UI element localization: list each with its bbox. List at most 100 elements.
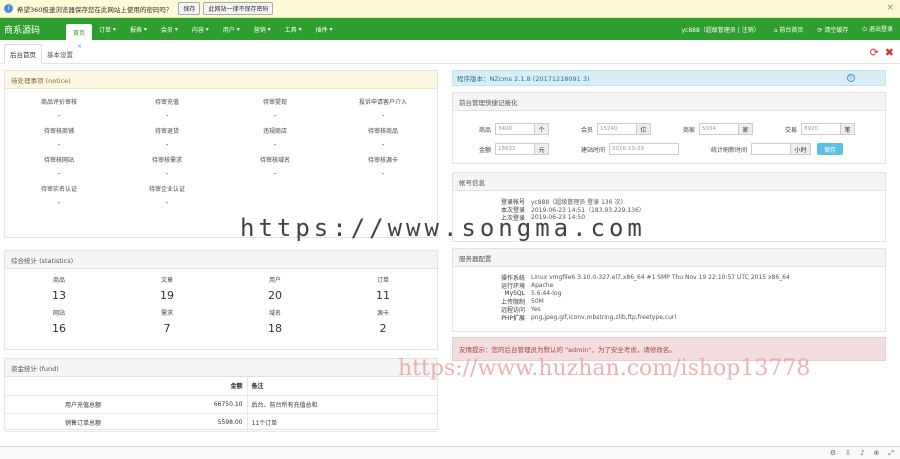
tab-dashboard[interactable]: 后台首页 (4, 44, 42, 64)
statistic-item: 商品 13 (5, 275, 113, 302)
todo-item[interactable]: 待审核域名 - (221, 155, 329, 178)
todo-label: 待审充值 (154, 99, 179, 106)
statistics-panel: 综合统计 (statistics) 商品 13 文章 19 用户 20 订单 11 网站 16 需求… (4, 250, 438, 350)
fullscreen-icon[interactable]: ⤢ (888, 449, 894, 458)
todo-count: - (273, 112, 277, 120)
fund-panel: 资金统计 (fund) 金额 备注 用户充值总额 66750.10 后台、前台所… (4, 358, 438, 432)
statistic-label: 源卡 (376, 310, 389, 317)
frontend-home-link[interactable]: ⌂ 前台首页 (767, 25, 811, 34)
todo-item[interactable]: 待审核商品 - (329, 126, 437, 149)
todo-item[interactable]: 待审核网站 - (5, 155, 113, 178)
page-tabs: 后台首页 基本设置 × (0, 40, 900, 64)
nav-item-orders[interactable]: 订单 ▾ (92, 18, 123, 40)
todo-count: - (57, 170, 61, 178)
close-tab-icon[interactable]: × (77, 43, 82, 50)
quick-stats-row-2: 金额 15632 元 建站时间 2016-10-29 统计刷新时间 小时 保存 (453, 139, 885, 159)
tab-label: 基本设置 (47, 51, 73, 59)
nav-item-reports[interactable]: 报表 ▾ (123, 18, 154, 40)
close-icon[interactable]: × (886, 3, 894, 13)
todo-label: 待审核域名 (259, 157, 290, 164)
fund-title: 资金统计 (fund) (5, 359, 437, 377)
member-count-input[interactable]: 15240 (597, 123, 637, 135)
field-label: 交易 (784, 126, 797, 134)
statistic-item: 文章 19 (113, 275, 221, 302)
todo-count: - (273, 170, 277, 178)
fund-table: 金额 备注 用户充值总额 66750.10 后台、前台所有充值总和 销售订单总额… (5, 377, 437, 432)
server-key: PHP扩展 (501, 314, 525, 322)
amount-input[interactable]: 15632 (495, 143, 535, 155)
sound-icon[interactable]: ♪ (860, 449, 864, 458)
todo-label: 待审核源卡 (367, 157, 398, 164)
trade-count-input[interactable]: 8920 (801, 123, 841, 135)
brand-logo[interactable]: 商系源码 (0, 23, 66, 36)
user-menu[interactable]: yc888（超级管理员 | 注销） (675, 25, 767, 34)
statistic-value: 11 (376, 289, 390, 302)
todo-item[interactable]: 待审核商铺 - (5, 126, 113, 149)
todo-count: - (165, 199, 169, 207)
todo-item[interactable]: 商品评价审核 - (5, 97, 113, 120)
todo-count: - (381, 170, 385, 178)
logout-link[interactable]: ⏻ 退出登录 (855, 24, 900, 34)
notice-message: 希望360极速浏览器保存您在此网站上使用的密码吗？ (17, 5, 173, 14)
todo-label: 待审核商品 (367, 128, 398, 135)
todo-count: - (165, 141, 169, 149)
unit-label: 笔 (841, 123, 855, 135)
statistic-item: 域名 18 (221, 308, 329, 335)
merchant-count-input[interactable]: 5034 (699, 123, 739, 135)
statistics-title: 综合统计 (statistics) (5, 251, 437, 269)
todo-count: - (57, 199, 61, 207)
clear-cache-link[interactable]: ⟳ 清空缓存 (810, 25, 855, 34)
todo-title: 待处理事项 (notice) (5, 71, 437, 89)
todo-label: 投诉申请客户介入 (358, 99, 407, 106)
todo-item[interactable]: 待审实名认证 - (5, 184, 113, 207)
todo-item[interactable]: 待审提现 - (221, 97, 329, 120)
unit-label: 元 (535, 143, 549, 155)
todo-item[interactable]: 待审企业认证 - (113, 184, 221, 207)
todo-label: 待审核需求 (151, 157, 182, 164)
todo-item[interactable]: 待审充值 - (113, 97, 221, 120)
todo-item[interactable]: 待审退货 - (113, 126, 221, 149)
refresh-hours-input[interactable] (751, 143, 791, 155)
settings-icon[interactable]: ⚙ (830, 449, 836, 458)
todo-item[interactable]: 待审核需求 - (113, 155, 221, 178)
todo-item[interactable]: 违规商店 - (221, 126, 329, 149)
nav-item-tools[interactable]: 工具 ▾ (278, 18, 309, 40)
tab-basic-settings[interactable]: 基本设置 × (42, 43, 82, 63)
todo-label: 待审提现 (262, 99, 287, 106)
goods-count-input[interactable]: 3400 (495, 123, 535, 135)
update-check-icon[interactable]: ↻ (847, 74, 855, 82)
statistic-item: 订单 11 (329, 275, 437, 302)
download-icon[interactable]: ⇩ (845, 449, 851, 458)
zoom-icon[interactable]: ⊕ (874, 449, 880, 458)
todo-item[interactable]: 待审核源卡 - (329, 155, 437, 178)
nav-item-content[interactable]: 内容 ▾ (185, 18, 216, 40)
nav-item-users[interactable]: 用户 ▾ (216, 18, 247, 40)
statistic-label: 网站 (52, 310, 65, 317)
refresh-icon[interactable]: ⟳ (870, 46, 879, 59)
nav-item-home[interactable]: 首页 (66, 24, 93, 40)
statistic-label: 文章 (160, 277, 173, 284)
nav-item-members[interactable]: 会员 ▾ (154, 18, 185, 40)
todo-item[interactable]: 投诉申请客户介入 - (329, 97, 437, 120)
tab-tools: ⟳ ✖ (870, 46, 894, 59)
build-date-input[interactable]: 2016-10-29 (609, 143, 679, 155)
never-save-button[interactable]: 此网站一律不保存密码 (203, 2, 274, 15)
todo-label: 商品评价审核 (40, 99, 77, 106)
nav-item-plugins[interactable]: 插件 ▾ (309, 18, 340, 40)
field-label: 会员 (580, 126, 593, 134)
todo-count: - (165, 170, 169, 178)
todo-count: - (57, 141, 61, 149)
statistic-label: 域名 (268, 310, 281, 317)
nav-label: 报表 (129, 26, 142, 34)
save-quick-stats-button[interactable]: 保存 (817, 143, 843, 155)
statistic-item: 用户 20 (221, 275, 329, 302)
nav-item-marketing[interactable]: 营销 ▾ (247, 18, 278, 40)
save-password-button[interactable]: 保存 (178, 2, 201, 15)
quick-stats-panel: 前台管理快捷记报化 商品 3400 个 会员 15240 位 商家 5034 家… (452, 92, 886, 164)
close-all-icon[interactable]: ✖ (885, 46, 894, 59)
field-label: 统计刷新时间 (710, 146, 747, 154)
nav-label: 用户 (222, 26, 235, 34)
version-bar: 程序版本：NZcms 2.1.8 (20171218091 3) ↻ (452, 70, 886, 86)
server-value: 5.6.44-log (531, 289, 562, 297)
statistic-value: 7 (163, 322, 171, 335)
